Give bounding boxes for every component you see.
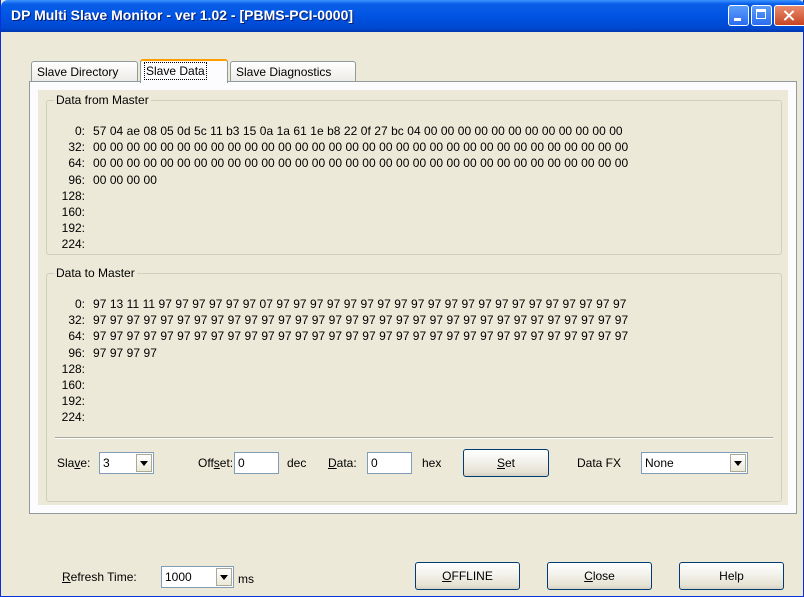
tab-slave-data[interactable]: Slave Data [140, 59, 228, 83]
minimize-button[interactable] [728, 5, 749, 26]
offline-button[interactable]: OFFLINE [415, 562, 520, 590]
data-row: 224: [57, 409, 628, 425]
row-offset: 192: [61, 221, 85, 236]
chevron-down-icon[interactable] [136, 454, 152, 472]
data-row: 0: 57 04 ae 08 05 0d 5c 11 b3 15 0a 1a 61… [57, 123, 628, 139]
row-bytes: 97 13 11 11 97 97 97 97 97 97 07 97 97 9… [93, 297, 627, 311]
group-legend: Data to Master [56, 266, 135, 280]
data-row: 192: [57, 393, 628, 409]
set-button[interactable]: Set [463, 449, 549, 477]
data-row: 160: [57, 377, 628, 393]
data-fx-select[interactable]: None [641, 452, 748, 474]
refresh-unit-label: ms [238, 572, 254, 586]
row-bytes: 97 97 97 97 97 97 97 97 97 97 97 97 97 9… [93, 313, 629, 328]
title-bar[interactable]: DP Multi Slave Monitor - ver 1.02 - [PBM… [1, 0, 804, 32]
row-offset: 0: [74, 297, 85, 311]
panel-body: Data from Master 0: 57 04 ae 08 05 0d 5c … [38, 90, 788, 505]
row-offset: 96: [68, 172, 85, 187]
data-from-master-group: Data from Master 0: 57 04 ae 08 05 0d 5c … [46, 93, 782, 255]
data-to-master-group: Data to Master 0: 97 13 11 11 97 97 97 97… [46, 266, 782, 502]
refresh-time-label: Refresh Time: [62, 570, 137, 584]
data-row: 192: [57, 220, 628, 236]
tab-label: Slave Diagnostics [236, 65, 332, 79]
data-from-master-rows: 0: 57 04 ae 08 05 0d 5c 11 b3 15 0a 1a 61… [57, 123, 629, 253]
offset-unit-label: dec [287, 456, 307, 470]
offset-input-value: 0 [238, 456, 245, 470]
data-row: 0: 97 13 11 11 97 97 97 97 97 97 07 97 97… [57, 296, 628, 312]
chevron-down-icon[interactable] [730, 454, 746, 472]
data-row: 128: [57, 188, 628, 204]
data-row: 96: 97 97 97 97 [57, 345, 628, 361]
row-bytes: 00 00 00 00 00 00 00 00 00 00 00 00 00 0… [93, 140, 629, 155]
row-offset: 64: [68, 329, 85, 344]
row-offset: 32: [68, 313, 85, 328]
row-offset: 128: [61, 361, 85, 376]
close-button[interactable]: Close [547, 562, 652, 590]
data-unit-label: hex [422, 456, 442, 470]
data-to-master-rows: 0: 97 13 11 11 97 97 97 97 97 97 07 97 97… [57, 296, 629, 426]
window-title: DP Multi Slave Monitor - ver 1.02 - [PBM… [11, 7, 354, 23]
row-offset: 128: [61, 188, 85, 203]
row-bytes: 57 04 ae 08 05 0d 5c 11 b3 15 0a 1a 61 1… [93, 124, 623, 138]
row-offset: 160: [61, 205, 85, 220]
data-row: 224: [57, 236, 628, 252]
row-offset: 0: [74, 124, 85, 138]
data-row: 32: 97 97 97 97 97 97 97 97 97 97 97 97 9… [57, 312, 628, 328]
refresh-time-value: 1000 [165, 570, 192, 584]
data-fx-label: Data FX [577, 456, 622, 470]
data-fx-select-value: None [645, 456, 674, 470]
offset-label: Offset: [198, 456, 234, 470]
offset-input[interactable]: 0 [234, 452, 279, 474]
row-offset: 32: [68, 140, 85, 155]
data-row: 128: [57, 361, 628, 377]
slave-select[interactable]: 3 [99, 452, 154, 474]
row-offset: 96: [68, 345, 85, 360]
separator [55, 437, 773, 439]
tab-label: Slave Directory [37, 65, 119, 79]
data-row: 32: 00 00 00 00 00 00 00 00 00 00 00 00 0… [57, 139, 628, 155]
data-row: 160: [57, 204, 628, 220]
slave-label: Slave: [57, 456, 91, 470]
group-legend: Data from Master [56, 93, 149, 107]
tab-slave-diagnostics[interactable]: Slave Diagnostics [230, 61, 356, 82]
row-offset: 224: [61, 237, 85, 252]
data-label: Data: [328, 456, 357, 470]
row-bytes: 00 00 00 00 00 00 00 00 00 00 00 00 00 0… [93, 156, 629, 171]
data-row: 64: 97 97 97 97 97 97 97 97 97 97 97 97 9… [57, 328, 628, 344]
row-bytes: 97 97 97 97 97 97 97 97 97 97 97 97 97 9… [93, 329, 629, 344]
maximize-button[interactable] [751, 5, 772, 26]
help-button[interactable]: Help [679, 562, 784, 590]
row-offset: 160: [61, 378, 85, 393]
chevron-down-icon[interactable] [216, 568, 232, 586]
row-offset: 64: [68, 156, 85, 171]
row-bytes: 00 00 00 00 [93, 172, 157, 187]
row-bytes: 97 97 97 97 [93, 345, 157, 360]
main-window: DP Multi Slave Monitor - ver 1.02 - [PBM… [0, 0, 804, 597]
data-row: 96: 00 00 00 00 [57, 172, 628, 188]
slave-data-panel: Data from Master 0: 57 04 ae 08 05 0d 5c … [29, 81, 797, 514]
tab-slave-directory[interactable]: Slave Directory [31, 61, 138, 82]
refresh-time-select[interactable]: 1000 [161, 566, 234, 588]
data-row: 64: 00 00 00 00 00 00 00 00 00 00 00 00 0… [57, 155, 628, 171]
tab-label: Slave Data [144, 62, 207, 80]
slave-select-value: 3 [103, 456, 110, 470]
row-offset: 224: [61, 410, 85, 425]
row-offset: 192: [61, 394, 85, 409]
data-input[interactable]: 0 [367, 452, 412, 474]
data-input-value: 0 [371, 456, 378, 470]
close-window-button[interactable] [774, 5, 804, 26]
